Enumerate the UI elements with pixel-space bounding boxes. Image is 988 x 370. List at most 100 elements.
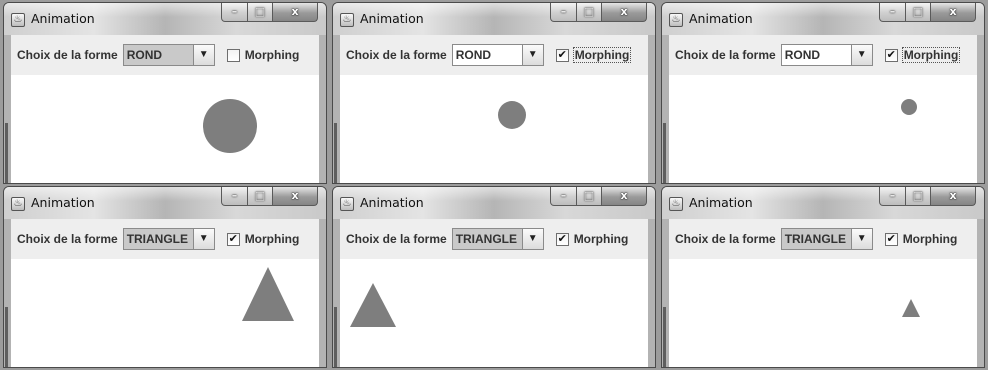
close-icon: x	[949, 5, 957, 18]
title-bar[interactable]: ♨ Animation – □ x	[333, 187, 655, 219]
window-border-right	[648, 35, 655, 183]
java-app-icon: ♨	[340, 13, 354, 27]
window-border-right	[319, 35, 326, 183]
shape-combo-value: ROND	[123, 45, 193, 65]
animation-canvas	[340, 259, 648, 367]
morphing-checkbox[interactable]: ✔ Morphing	[884, 47, 961, 63]
morphing-checkbox[interactable]: ✔ Morphing	[555, 47, 632, 63]
controls-panel: Choix de la forme ROND ▼ ✔ Morphing	[340, 35, 648, 75]
maximize-button[interactable]: □	[576, 187, 602, 206]
window-content: Choix de la forme TRIANGLE ▼ ✔ Morphing	[11, 219, 319, 367]
window-controls: – □ x	[550, 187, 647, 207]
window-border-left	[4, 35, 11, 183]
controls-panel: Choix de la forme TRIANGLE ▼ ✔ Morphing	[669, 219, 977, 259]
maximize-button[interactable]: □	[905, 187, 931, 206]
chevron-down-icon[interactable]: ▼	[521, 229, 543, 249]
window-controls: – □ x	[550, 3, 647, 23]
close-icon: x	[291, 189, 299, 202]
maximize-button[interactable]: □	[247, 187, 273, 206]
java-app-icon: ♨	[669, 197, 683, 211]
maximize-icon: □	[912, 5, 924, 18]
window-content: Choix de la forme ROND ▼ ✔ Morphing	[669, 35, 977, 183]
title-bar[interactable]: ♨ Animation – □ x	[4, 3, 326, 35]
checkbox-box[interactable]: ✔	[555, 232, 569, 246]
maximize-button[interactable]: □	[247, 3, 273, 22]
shape-combo-box[interactable]: ROND ▼	[780, 44, 873, 66]
close-button[interactable]: x	[601, 187, 647, 206]
morphing-label: Morphing	[572, 47, 632, 63]
minimize-button[interactable]: –	[550, 3, 577, 22]
shape-combo-box[interactable]: TRIANGLE ▼	[122, 228, 215, 250]
morphing-label: Morphing	[901, 47, 961, 63]
morphing-checkbox[interactable]: ✔ Morphing	[226, 232, 300, 246]
title-bar[interactable]: ♨ Animation – □ x	[662, 3, 984, 35]
checkbox-box[interactable]: ✔	[555, 48, 569, 62]
minimize-icon: –	[560, 5, 567, 18]
window-content: Choix de la forme TRIANGLE ▼ ✔ Morphing	[340, 219, 648, 367]
morphing-checkbox[interactable]: ✔ Morphing	[884, 232, 958, 246]
java-app-icon: ♨	[340, 197, 354, 211]
chevron-down-icon[interactable]: ▼	[192, 229, 214, 249]
morphing-checkbox[interactable]: ✔ Morphing	[555, 232, 628, 246]
checkbox-box[interactable]	[226, 48, 240, 62]
minimize-button[interactable]: –	[221, 187, 248, 206]
animated-triangle	[902, 299, 920, 317]
window-border-right	[648, 219, 655, 367]
java-app-icon: ♨	[11, 13, 25, 27]
window-border-left	[4, 219, 11, 367]
window-title: Animation	[31, 11, 95, 26]
maximize-icon: □	[583, 189, 595, 202]
checkbox-box[interactable]: ✔	[226, 232, 240, 246]
close-button[interactable]: x	[930, 3, 976, 22]
close-button[interactable]: x	[930, 187, 976, 206]
shape-combo-value: TRIANGLE	[781, 229, 851, 249]
java-app-icon: ♨	[669, 13, 683, 27]
maximize-icon: □	[254, 189, 266, 202]
minimize-icon: –	[889, 5, 896, 18]
close-button[interactable]: x	[272, 3, 318, 22]
shape-combo-box[interactable]: TRIANGLE ▼	[451, 228, 544, 250]
window-border-left	[662, 219, 669, 367]
morphing-label: Morphing	[902, 232, 958, 246]
minimize-icon: –	[231, 189, 238, 202]
shape-choice-label: Choix de la forme	[675, 48, 776, 62]
animation-window-5: ♨ Animation – □ x Choix de la forme TRIA…	[332, 186, 656, 368]
checkbox-box[interactable]: ✔	[884, 48, 898, 62]
title-bar[interactable]: ♨ Animation – □ x	[662, 187, 984, 219]
shape-combo-box[interactable]: ROND ▼	[122, 44, 215, 66]
window-controls: – □ x	[221, 3, 318, 23]
chevron-down-icon[interactable]: ▼	[521, 45, 543, 65]
checkbox-box[interactable]: ✔	[884, 232, 898, 246]
animated-triangle	[350, 283, 396, 327]
chevron-down-icon[interactable]: ▼	[850, 45, 872, 65]
close-button[interactable]: x	[272, 187, 318, 206]
window-border-left	[333, 219, 340, 367]
close-icon: x	[949, 189, 957, 202]
window-border-left	[662, 35, 669, 183]
chevron-down-icon[interactable]: ▼	[192, 45, 214, 65]
maximize-button[interactable]: □	[576, 3, 602, 22]
window-title: Animation	[360, 195, 424, 210]
chevron-down-icon[interactable]: ▼	[850, 229, 872, 249]
shape-combo-value: TRIANGLE	[452, 229, 522, 249]
minimize-button[interactable]: –	[550, 187, 577, 206]
morphing-label: Morphing	[244, 232, 300, 246]
animation-window-3: ♨ Animation – □ x Choix de la forme ROND…	[661, 2, 985, 184]
window-content: Choix de la forme TRIANGLE ▼ ✔ Morphing	[669, 219, 977, 367]
morphing-label: Morphing	[244, 48, 300, 62]
animated-circle	[498, 101, 526, 129]
maximize-button[interactable]: □	[905, 3, 931, 22]
animation-window-1: ♨ Animation – □ x Choix de la forme ROND…	[3, 2, 327, 184]
animated-circle	[203, 99, 257, 153]
minimize-button[interactable]: –	[879, 3, 906, 22]
morphing-checkbox[interactable]: Morphing	[226, 48, 300, 62]
title-bar[interactable]: ♨ Animation – □ x	[4, 187, 326, 219]
shape-combo-box[interactable]: ROND ▼	[451, 44, 544, 66]
minimize-button[interactable]: –	[879, 187, 906, 206]
shape-combo-box[interactable]: TRIANGLE ▼	[780, 228, 873, 250]
animated-circle	[901, 99, 917, 115]
title-bar[interactable]: ♨ Animation – □ x	[333, 3, 655, 35]
minimize-button[interactable]: –	[221, 3, 248, 22]
shape-combo-value: ROND	[455, 48, 492, 62]
close-button[interactable]: x	[601, 3, 647, 22]
